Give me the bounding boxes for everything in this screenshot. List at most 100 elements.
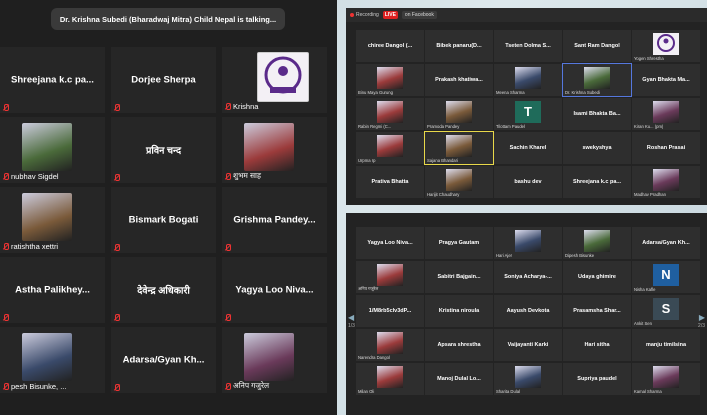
participant-name: Apsara shrestha: [437, 342, 481, 348]
participant-label: Rabin Regmi (C...: [358, 124, 392, 129]
participant-label: Pramoda Pandey: [427, 124, 460, 129]
participant-name: Shreejana k.c pa...: [11, 74, 94, 86]
participant-tile[interactable]: Pragya Gautam: [425, 227, 493, 259]
mic-muted-icon: [3, 243, 9, 250]
participant-tile[interactable]: Roshan Prasai: [632, 132, 700, 164]
participant-name: swekyshya: [582, 145, 612, 151]
participant-avatar: N: [653, 264, 679, 286]
next-page-arrow-icon[interactable]: ▶: [699, 313, 705, 322]
participant-tile[interactable]: Prakash khatiwa...: [425, 64, 493, 96]
participant-name: Isami Bhakta Ba...: [573, 111, 621, 117]
participant-tile[interactable]: Milan Oli: [356, 363, 424, 395]
participant-tile[interactable]: Udaya ghimire: [563, 261, 631, 293]
participant-tile[interactable]: Aayush Devkota: [494, 295, 562, 327]
participant-tile[interactable]: Shreejana k.c pa...: [0, 47, 105, 113]
participant-tile[interactable]: Yogen Shrestha: [632, 30, 700, 62]
participant-tile[interactable]: Grishma Pandey...: [222, 187, 327, 253]
participant-video: [653, 101, 679, 123]
participant-name: Sachin Kharel: [509, 145, 547, 151]
participant-tile[interactable]: ratishtha xettri: [0, 187, 105, 253]
participant-tile[interactable]: Supriya paudel: [563, 363, 631, 395]
participant-tile[interactable]: manju timilsina: [632, 329, 700, 361]
participant-tile[interactable]: nubhav Sigdel: [0, 117, 105, 183]
participant-tile[interactable]: Dr. Krishna Subedi: [562, 63, 632, 97]
participant-label: [114, 104, 122, 111]
participant-tile[interactable]: Vaijayanti Karki: [494, 329, 562, 361]
participant-tile[interactable]: Binu Maya Gurung: [356, 64, 424, 96]
participant-tile[interactable]: bashu dev: [494, 166, 562, 198]
participant-tile[interactable]: Shreejana k.c pa...: [563, 166, 631, 198]
participant-tile[interactable]: pesh Bisunke, ...: [0, 327, 105, 393]
live-destination[interactable]: on Facebook: [401, 11, 437, 19]
participant-tile[interactable]: Kamal Sharma: [632, 363, 700, 395]
participant-label: Nisha Kafle: [634, 287, 656, 292]
participant-tile[interactable]: Dorjee Sherpa: [111, 47, 216, 113]
participant-name: chiree Dangol (...: [367, 43, 413, 49]
participant-tile[interactable]: Prasamsha Shar...: [563, 295, 631, 327]
participant-tile[interactable]: Yagya Loo Niva...: [222, 257, 327, 323]
participant-tile[interactable]: S Ankit Sen: [632, 295, 700, 327]
participant-tile[interactable]: Sharita Dulal: [494, 363, 562, 395]
participant-tile[interactable]: Kristina niroula: [425, 295, 493, 327]
live-badge[interactable]: LIVE: [382, 11, 398, 19]
participant-video: [515, 67, 541, 89]
participant-video: [584, 230, 610, 252]
participant-tile[interactable]: अनिप गजुरेल: [222, 327, 327, 393]
participant-tile[interactable]: देवेन्द्र अधिकारी: [111, 257, 216, 323]
participant-tile[interactable]: Kiran Ku... (pm): [632, 98, 700, 130]
participant-tile[interactable]: Adarsa/Gyan Kh...: [632, 227, 700, 259]
participant-tile[interactable]: शुभम साह: [222, 117, 327, 183]
participant-tile[interactable]: Pramoda Pandey: [425, 98, 493, 130]
participant-tile[interactable]: Urpma rp: [356, 132, 424, 164]
prev-page-arrow-icon[interactable]: ◀: [348, 313, 354, 322]
participant-tile[interactable]: Yagya Loo Niva...: [356, 227, 424, 259]
participant-tile[interactable]: Apsara shrestha: [425, 329, 493, 361]
participant-tile[interactable]: Manoj Dulal Lo...: [425, 363, 493, 395]
right-top-meeting-window: Recording LIVE on Facebook chiree Dangol…: [346, 8, 707, 205]
participant-tile[interactable]: Krishna: [222, 47, 327, 113]
participant-tile[interactable]: N Nisha Kafle: [632, 261, 700, 293]
participant-tile[interactable]: Adarsa/Gyan Kh...: [111, 327, 216, 393]
participant-tile[interactable]: प्रविन चन्द: [111, 117, 216, 183]
participant-tile[interactable]: Meena Sharma: [494, 64, 562, 96]
participant-tile[interactable]: T Tilottam Paudel: [494, 98, 562, 130]
participant-tile[interactable]: Astha Palikhey...: [0, 257, 105, 323]
participant-tile[interactable]: Hari Ajer: [494, 227, 562, 259]
participant-tile[interactable]: Bismark Bogati: [111, 187, 216, 253]
participant-tile[interactable]: Tseten Dolma S...: [494, 30, 562, 62]
participant-tile[interactable]: Madhav Pradhan: [632, 166, 700, 198]
participant-tile[interactable]: Sachin Kharel: [494, 132, 562, 164]
participant-label: [114, 384, 122, 391]
recording-indicator[interactable]: Recording: [350, 12, 379, 18]
participant-name: Prativa Bhatta: [371, 179, 409, 185]
participant-tile[interactable]: अनिप गजुरेल: [356, 261, 424, 293]
participant-tile[interactable]: Narendra Dangol: [356, 329, 424, 361]
participant-video: [653, 169, 679, 191]
participant-tile[interactable]: chiree Dangol (...: [356, 30, 424, 62]
participant-tile[interactable]: Sajana Bhandari: [424, 131, 494, 165]
participant-tile[interactable]: Isami Bhakta Ba...: [563, 98, 631, 130]
participant-tile[interactable]: Gyan Bhakta Ma...: [632, 64, 700, 96]
participant-label: Sharita Dulal: [496, 389, 520, 394]
participant-tile[interactable]: Harijit Chaudhary: [425, 166, 493, 198]
participant-tile[interactable]: Hari sitha: [563, 329, 631, 361]
participant-tile[interactable]: Bibek panaru(D...: [425, 30, 493, 62]
participant-tile[interactable]: Prativa Bhatta: [356, 166, 424, 198]
participant-name: Bibek panaru(D...: [436, 43, 482, 49]
participant-video: [446, 169, 472, 191]
participant-video: [377, 366, 403, 388]
mic-muted-icon: [225, 382, 231, 390]
participant-video: [515, 230, 541, 252]
participant-tile[interactable]: swekyshya: [563, 132, 631, 164]
participant-tile[interactable]: Rabin Regmi (C...: [356, 98, 424, 130]
participant-tile[interactable]: Soniya Acharya-...: [494, 261, 562, 293]
participant-label: pesh Bisunke, ...: [3, 382, 66, 391]
participant-tile[interactable]: Dipesh Bisunke: [563, 227, 631, 259]
participant-name: देवेन्द्र अधिकारी: [137, 285, 190, 297]
participant-tile[interactable]: Sant Ram Dangol: [563, 30, 631, 62]
mic-muted-icon: [114, 314, 120, 321]
participant-tile[interactable]: Sabitri Bajgain...: [425, 261, 493, 293]
participant-tile[interactable]: 1/M8rb5clv3dP...: [356, 295, 424, 327]
left-meeting-window: Dr. Krishna Subedi (Bharadwaj Mitra) Chi…: [0, 0, 337, 415]
participant-video: [584, 67, 610, 89]
